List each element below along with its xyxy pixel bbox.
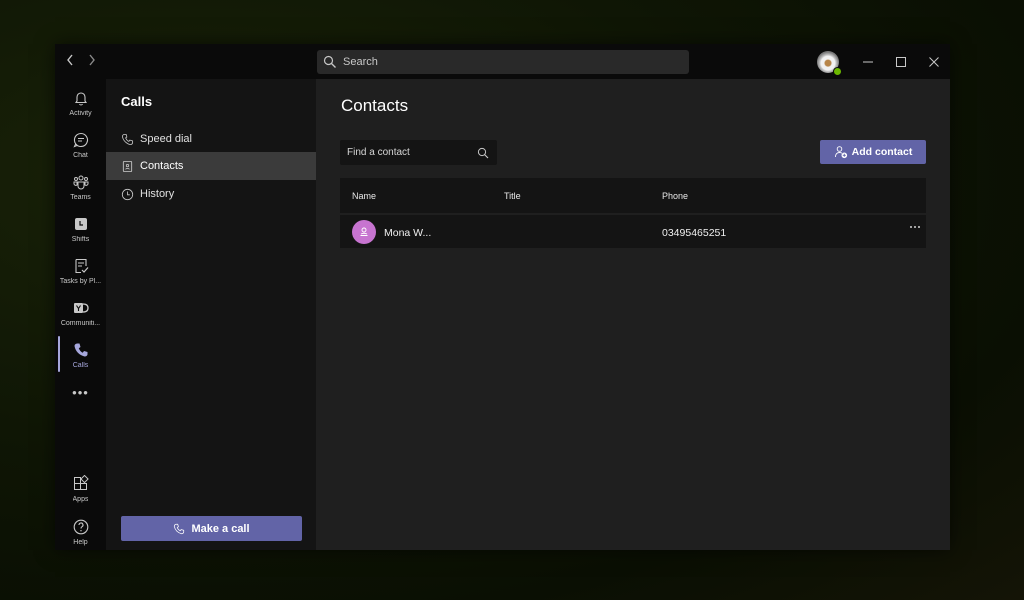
page-title: Contacts [341,96,409,115]
calls-item-contacts[interactable]: Contacts [106,152,316,180]
search-icon[interactable] [477,147,489,159]
phone-icon [74,343,87,357]
find-contact-input[interactable] [347,147,475,158]
make-a-call-button[interactable]: Make a call [121,516,302,541]
close-icon [929,57,939,67]
clock-icon [121,188,134,200]
apps-icon [73,475,89,490]
add-person-icon [834,146,847,159]
column-header-phone[interactable]: Phone [662,191,688,201]
contacts-table: Name Title Phone Mona W... 03495465251 [340,178,926,248]
yammer-icon [73,303,89,313]
contact-name: Mona W... [384,227,432,239]
more-horizontal-icon [910,226,920,228]
rail-item-label: Chat [73,152,88,159]
column-header-name[interactable]: Name [352,191,376,201]
title-bar [55,44,950,79]
rail-item-label: Activity [69,110,92,117]
presence-available-icon [833,67,842,76]
rail-item-tasks[interactable]: Tasks by Pl... [55,255,106,297]
phone-icon [174,523,185,534]
contact-card-icon [122,160,133,172]
contacts-main: Contacts Add contact Name Title Phone Mo… [316,79,950,550]
panel-title: Calls [121,94,153,109]
more-apps-button[interactable]: ••• [55,385,106,401]
minimize-icon [863,61,873,63]
calls-item-history[interactable]: History [106,180,316,208]
rail-item-help[interactable]: Help [55,516,106,558]
calls-item-label: History [140,188,175,200]
avatar [352,220,376,244]
rail-item-shifts[interactable]: Shifts [55,213,106,255]
global-search[interactable] [317,50,689,74]
rail-item-teams[interactable]: Teams [55,171,106,213]
calls-item-label: Speed dial [140,133,192,145]
find-contact-field[interactable] [340,140,497,165]
bell-icon [74,92,87,106]
forward-button[interactable] [85,53,99,69]
tasks-icon [74,258,88,274]
column-header-title[interactable]: Title [504,191,521,201]
phone-icon [121,133,134,145]
rail-item-label: Apps [72,496,89,503]
table-row[interactable]: Mona W... 03495465251 [340,215,926,248]
calls-item-speed-dial[interactable]: Speed dial [106,125,316,153]
rail-item-calls[interactable]: Calls [55,339,106,381]
rail-item-label: Shifts [71,236,90,243]
table-header: Name Title Phone [340,178,926,213]
rail-item-label: Communiti... [60,320,101,327]
shifts-icon [74,218,87,230]
maximize-icon [896,57,906,67]
add-contact-button[interactable]: Add contact [820,140,926,164]
make-a-call-label: Make a call [191,522,250,535]
chevron-left-icon [67,54,73,66]
rail-item-label: Help [73,539,88,546]
help-icon [73,519,88,535]
search-icon [323,55,336,68]
rail-item-activity[interactable]: Activity [55,87,106,129]
maximize-button[interactable] [891,52,911,72]
teams-icon [73,175,88,190]
more-options-button[interactable] [908,223,922,237]
minimize-button[interactable] [858,52,878,72]
profile-avatar[interactable] [817,51,842,76]
contact-phone: 03495465251 [662,227,727,239]
add-contact-label: Add contact [851,146,913,158]
teams-window: Activity Chat Teams Shifts Tasks by Pl..… [55,44,950,550]
rail-item-label: Teams [70,194,91,201]
app-rail: Activity Chat Teams Shifts Tasks by Pl..… [55,79,106,550]
rail-item-chat[interactable]: Chat [55,129,106,171]
rail-item-apps[interactable]: Apps [55,473,106,515]
back-button[interactable] [63,53,77,69]
person-icon [360,227,368,236]
search-input[interactable] [343,56,673,68]
chat-icon [72,132,88,148]
calls-panel: Calls Speed dial Contacts History Make a… [106,79,316,550]
close-button[interactable] [924,52,944,72]
rail-item-label: Tasks by Pl... [59,278,102,285]
calls-item-label: Contacts [140,160,184,172]
rail-item-label: Calls [72,362,89,369]
chevron-right-icon [89,54,95,66]
rail-item-communities[interactable]: Communiti... [55,297,106,339]
